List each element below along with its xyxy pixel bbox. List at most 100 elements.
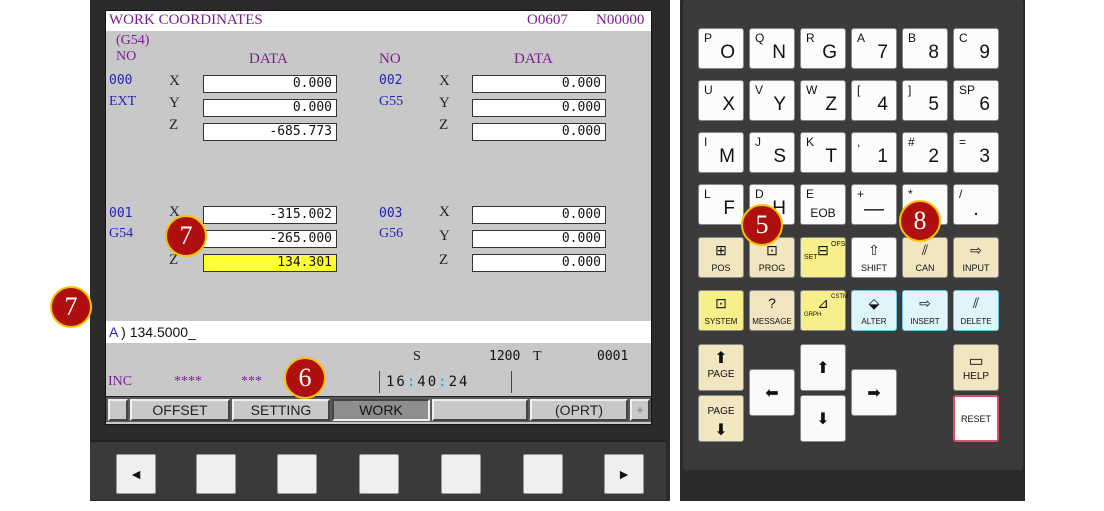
hw-softkey-3[interactable] [359,454,399,494]
g54-y-field[interactable]: -265.000 [203,230,337,248]
block-001-code: G54 [109,226,134,241]
tool-label: T [533,349,542,364]
hw-left-arrow-icon[interactable]: ◄ [116,454,156,494]
key-m[interactable]: IM [698,132,744,173]
g54-tag: (G54) [116,33,150,48]
key-n[interactable]: QN [749,28,795,69]
key-g[interactable]: RG [800,28,846,69]
key-ofs-set[interactable]: ⊟ SET OFS [800,237,846,278]
key-2[interactable]: #2 [902,132,948,173]
ext-y-field[interactable]: 0.000 [203,99,337,117]
system-icon: ⊡ [715,295,727,311]
status-stars-2: *** [241,374,262,389]
key-message[interactable]: ? MESSAGE [749,290,795,331]
g54-z-field-selected[interactable]: 134.301 [203,254,337,272]
block-001-no: 001 [109,206,133,221]
key-o[interactable]: PO [698,28,744,69]
key-5[interactable]: ] 5 [902,80,948,121]
tool-value: 0001 [597,349,629,364]
mode-indicator: INC [108,374,133,389]
g56-x-field[interactable]: 0.000 [472,206,606,224]
callout-badge-7: 7 [50,286,92,328]
key-pos[interactable]: ⊞ POS [698,237,744,278]
g56-y-field[interactable]: 0.000 [472,230,606,248]
hw-softkey-5[interactable] [523,454,563,494]
hw-softkey-2[interactable] [277,454,317,494]
g55-z-field[interactable]: 0.000 [472,123,606,141]
key-cursor-left[interactable]: ⬅ [749,369,795,416]
g55-y-field[interactable]: 0.000 [472,99,606,117]
insert-icon: ⇨ [919,295,931,311]
key-page-down[interactable]: PAGE ⬇ [698,395,744,442]
key-cursor-right[interactable]: ➡ [851,369,897,416]
pos-icon: ⊞ [715,242,727,258]
hw-softkey-1[interactable] [196,454,236,494]
key-input[interactable]: ⇨ INPUT [953,237,999,278]
page-down-arrow-icon: ⬇ [714,422,728,439]
key-reset[interactable]: RESET [953,395,999,442]
key-system[interactable]: ⊡ SYSTEM [698,290,744,331]
softkey-work[interactable]: WORK [332,399,430,421]
hw-softkey-4[interactable] [441,454,481,494]
key-dot[interactable]: /. [953,184,999,225]
no-header-left: NO [116,49,137,64]
key-input-buffer[interactable]: A ) 134.5000_ [106,321,651,343]
g55-x-field[interactable]: 0.000 [472,75,606,93]
key-t[interactable]: KT [800,132,846,173]
key-s[interactable]: JS [749,132,795,173]
key-delete[interactable]: ⫽ DELETE [953,290,999,331]
block-003-no: 003 [379,206,403,221]
key-cursor-down[interactable]: ⬇ [800,395,846,442]
key-9[interactable]: C9 [953,28,999,69]
key-can[interactable]: ⫽ CAN [902,237,948,278]
softkey-oprt[interactable]: (OPRT) [530,399,628,421]
hardware-softkey-row: ◄ ► [90,440,666,500]
input-prefix: A [109,324,119,340]
block-002-no: 002 [379,73,403,88]
shift-icon: ⇧ [868,242,880,258]
softkey-blank[interactable] [432,399,528,421]
message-icon: ? [768,295,776,311]
softkey-left-edge[interactable] [108,399,128,421]
key-f[interactable]: LF [698,184,744,225]
softkey-next[interactable]: + [630,399,650,421]
axis-z-label: Z [439,117,449,133]
hw-right-arrow-icon[interactable]: ► [604,454,644,494]
key-6[interactable]: SP 6 [953,80,999,121]
key-4[interactable]: [4 [851,80,897,121]
key-z[interactable]: WZ [800,80,846,121]
help-book-icon: ▭ [968,353,984,370]
key-help[interactable]: ▭ HELP [953,344,999,391]
key-y[interactable]: VY [749,80,795,121]
key-3[interactable]: = 3 [953,132,999,173]
block-000-code: EXT [109,94,137,109]
delete-icon: ⫽ [972,295,980,311]
key-minus[interactable]: + — [851,184,897,225]
key-7[interactable]: A7 [851,28,897,69]
key-cstm-grph[interactable]: ⊿ GRPH CSTM [800,290,848,331]
key-shift[interactable]: ⇧ SHIFT [851,237,897,278]
key-8[interactable]: B8 [902,28,948,69]
arrow-right-icon: ➡ [867,385,881,402]
arrow-down-icon: ⬇ [816,411,830,428]
g56-z-field[interactable]: 0.000 [472,254,606,272]
key-cursor-up[interactable]: ⬆ [800,344,846,391]
page-up-arrow-icon: ⬆ [714,350,728,367]
callout-badge-7: 7 [165,215,207,257]
softkey-offset[interactable]: OFFSET [130,399,230,421]
key-1[interactable]: ,1 [851,132,897,173]
status-row-mode: INC **** *** 16:40:24 [106,371,651,393]
ext-z-field[interactable]: -685.773 [203,123,337,141]
key-alter[interactable]: ⬙ ALTER [851,290,897,331]
key-eob[interactable]: E EOB [800,184,846,225]
arrow-up-icon: ⬆ [816,360,830,377]
axis-y-label: Y [439,228,450,244]
ext-x-field[interactable]: 0.000 [203,75,337,93]
key-insert[interactable]: ⇨ INSERT [902,290,948,331]
key-x[interactable]: UX [698,80,744,121]
softkey-setting[interactable]: SETTING [232,399,330,421]
axis-x-label: X [169,73,180,89]
status-row-spindle: S 1200 T 0001 [106,349,651,369]
g54-x-field[interactable]: -315.002 [203,206,337,224]
key-page-up[interactable]: ⬆ PAGE [698,344,744,391]
